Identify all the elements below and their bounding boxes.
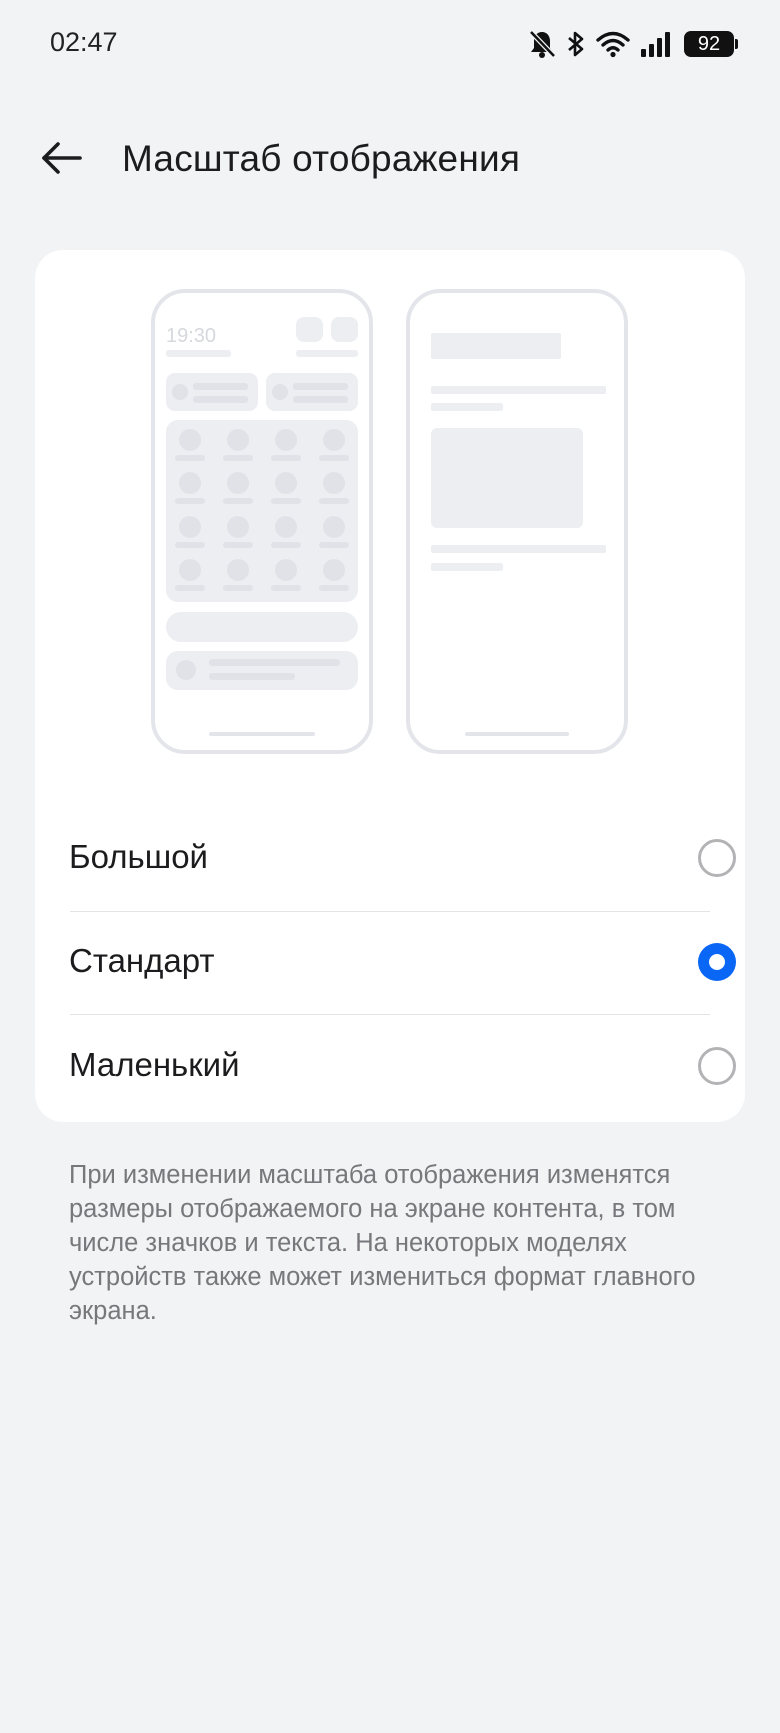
option-small-label: Маленький bbox=[69, 1046, 240, 1083]
option-small[interactable]: Маленький bbox=[35, 1016, 736, 1119]
bluetooth-icon bbox=[566, 29, 586, 59]
option-small-radio[interactable] bbox=[698, 1047, 736, 1085]
option-standard[interactable]: Стандарт bbox=[35, 912, 736, 1015]
page-title: Масштаб отображения bbox=[122, 138, 521, 179]
battery-icon: 92 bbox=[684, 31, 738, 57]
signal-icon bbox=[640, 30, 674, 58]
option-large[interactable]: Большой bbox=[35, 808, 736, 911]
scale-preview-illustration: 19:30 bbox=[151, 289, 628, 754]
back-button[interactable] bbox=[34, 136, 90, 184]
phone-mock-home: 19:30 bbox=[151, 289, 373, 754]
option-standard-radio[interactable] bbox=[698, 943, 736, 981]
status-time: 02:47 bbox=[50, 27, 118, 57]
bell-off-icon bbox=[528, 29, 556, 59]
arrow-left-icon bbox=[40, 140, 84, 181]
description-text: При изменении масштаба отображения измен… bbox=[69, 1161, 696, 1325]
option-large-radio[interactable] bbox=[698, 839, 736, 877]
status-icons: 92 bbox=[528, 28, 738, 60]
phone-mock-document bbox=[406, 289, 628, 754]
header: Масштаб отображения bbox=[0, 120, 780, 200]
battery-level: 92 bbox=[684, 31, 734, 57]
wifi-icon bbox=[596, 30, 630, 58]
option-standard-label: Стандарт bbox=[69, 942, 215, 979]
divider bbox=[70, 1014, 710, 1015]
status-bar: 02:47 92 bbox=[0, 0, 780, 90]
mock-clock-text: 19:30 bbox=[166, 325, 216, 347]
option-large-label: Большой bbox=[69, 838, 208, 875]
